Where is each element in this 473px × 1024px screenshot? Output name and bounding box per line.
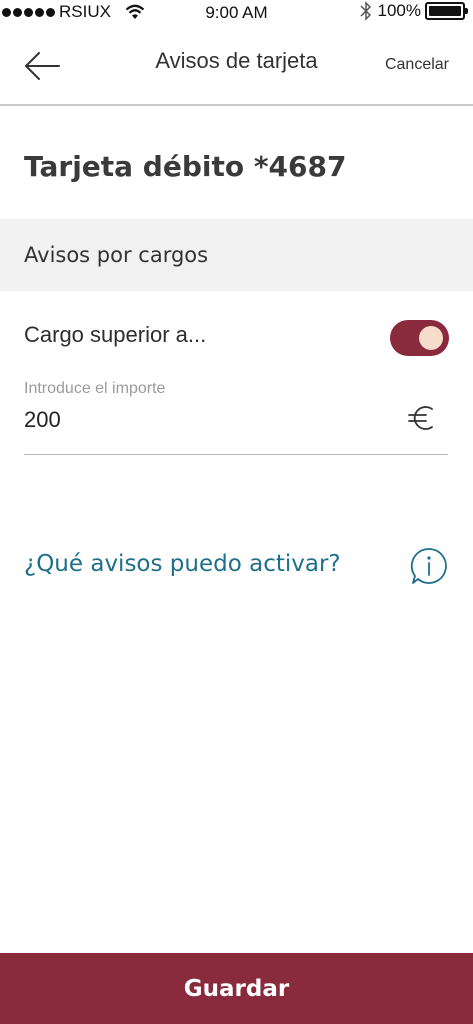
battery-percent: 100%: [377, 1, 421, 20]
status-bar: RSIUX 9:00 AM 100%: [0, 0, 473, 26]
info-icon[interactable]: [410, 547, 448, 585]
status-right: 100%: [359, 1, 468, 21]
amount-field-label: Introduce el importe: [24, 380, 166, 397]
euro-icon: [408, 406, 433, 430]
cancel-button[interactable]: Cancelar: [385, 56, 449, 74]
header: Avisos de tarjeta Cancelar: [0, 26, 473, 106]
toggle-knob: [419, 326, 443, 350]
arrow-left-icon: [25, 52, 60, 80]
bluetooth-icon: [359, 1, 371, 21]
battery-icon: [425, 2, 468, 20]
info-link[interactable]: ¿Qué avisos puedo activar?: [24, 551, 341, 577]
card-title: Tarjeta débito *4687: [24, 150, 347, 183]
charge-alert-toggle[interactable]: [390, 320, 449, 356]
charge-alert-row: Cargo superior a...: [24, 318, 449, 358]
charge-alert-label: Cargo superior a...: [24, 322, 207, 347]
amount-input[interactable]: [24, 406, 394, 434]
save-button[interactable]: Guardar: [0, 953, 473, 1024]
amount-field: Introduce el importe: [24, 378, 448, 455]
section-title: Avisos por cargos: [24, 243, 209, 267]
back-button[interactable]: [22, 48, 62, 84]
section-header: Avisos por cargos: [0, 219, 473, 291]
